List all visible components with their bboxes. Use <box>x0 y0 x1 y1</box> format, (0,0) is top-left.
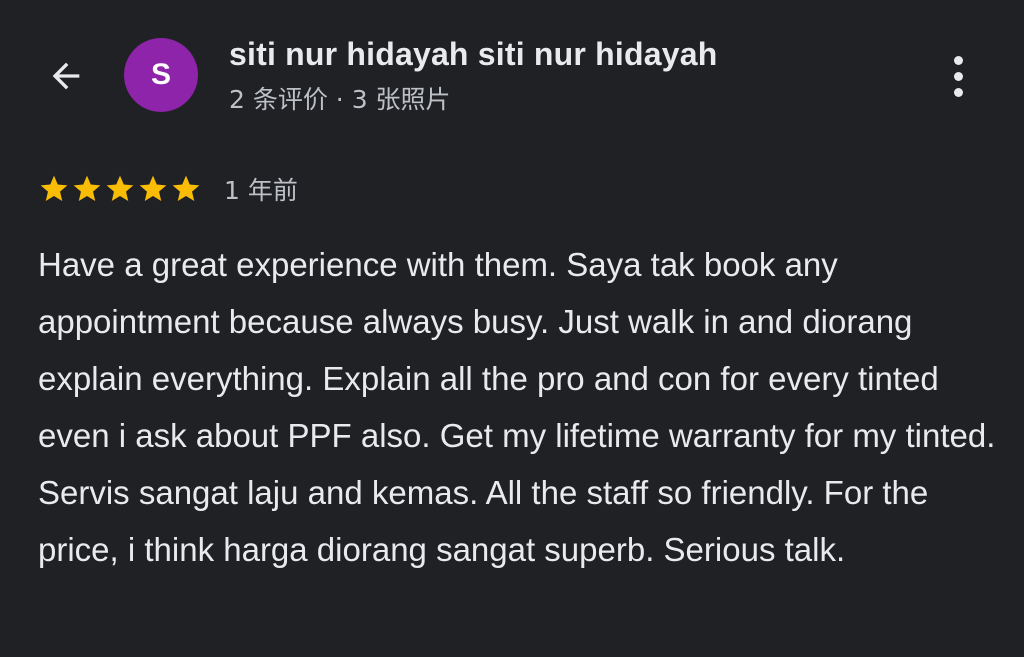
star-icon <box>172 175 200 201</box>
star-rating <box>38 173 202 205</box>
review-date: 1 年前 <box>224 176 298 205</box>
reviewer-stats: 2 条评价 · 3 张照片 <box>229 85 451 114</box>
star-icon <box>139 175 167 201</box>
star-icon <box>106 175 134 201</box>
avatar-initial: S <box>150 58 171 91</box>
star-icon <box>73 175 101 201</box>
back-button[interactable] <box>40 52 92 100</box>
more-vert-icon-dot <box>953 87 963 97</box>
more-options-button[interactable] <box>938 52 978 100</box>
review-text: Have a great experience with them. Saya … <box>38 246 996 568</box>
more-vert-icon-dot <box>953 71 963 81</box>
arrow-back-icon <box>52 62 80 90</box>
reviewer-name[interactable]: siti nur hidayah siti nur hidayah <box>229 36 717 73</box>
more-vert-icon <box>953 55 963 65</box>
rating-row: 1 年前 <box>38 170 298 208</box>
avatar[interactable]: S <box>124 38 198 112</box>
star-icon <box>40 175 68 201</box>
